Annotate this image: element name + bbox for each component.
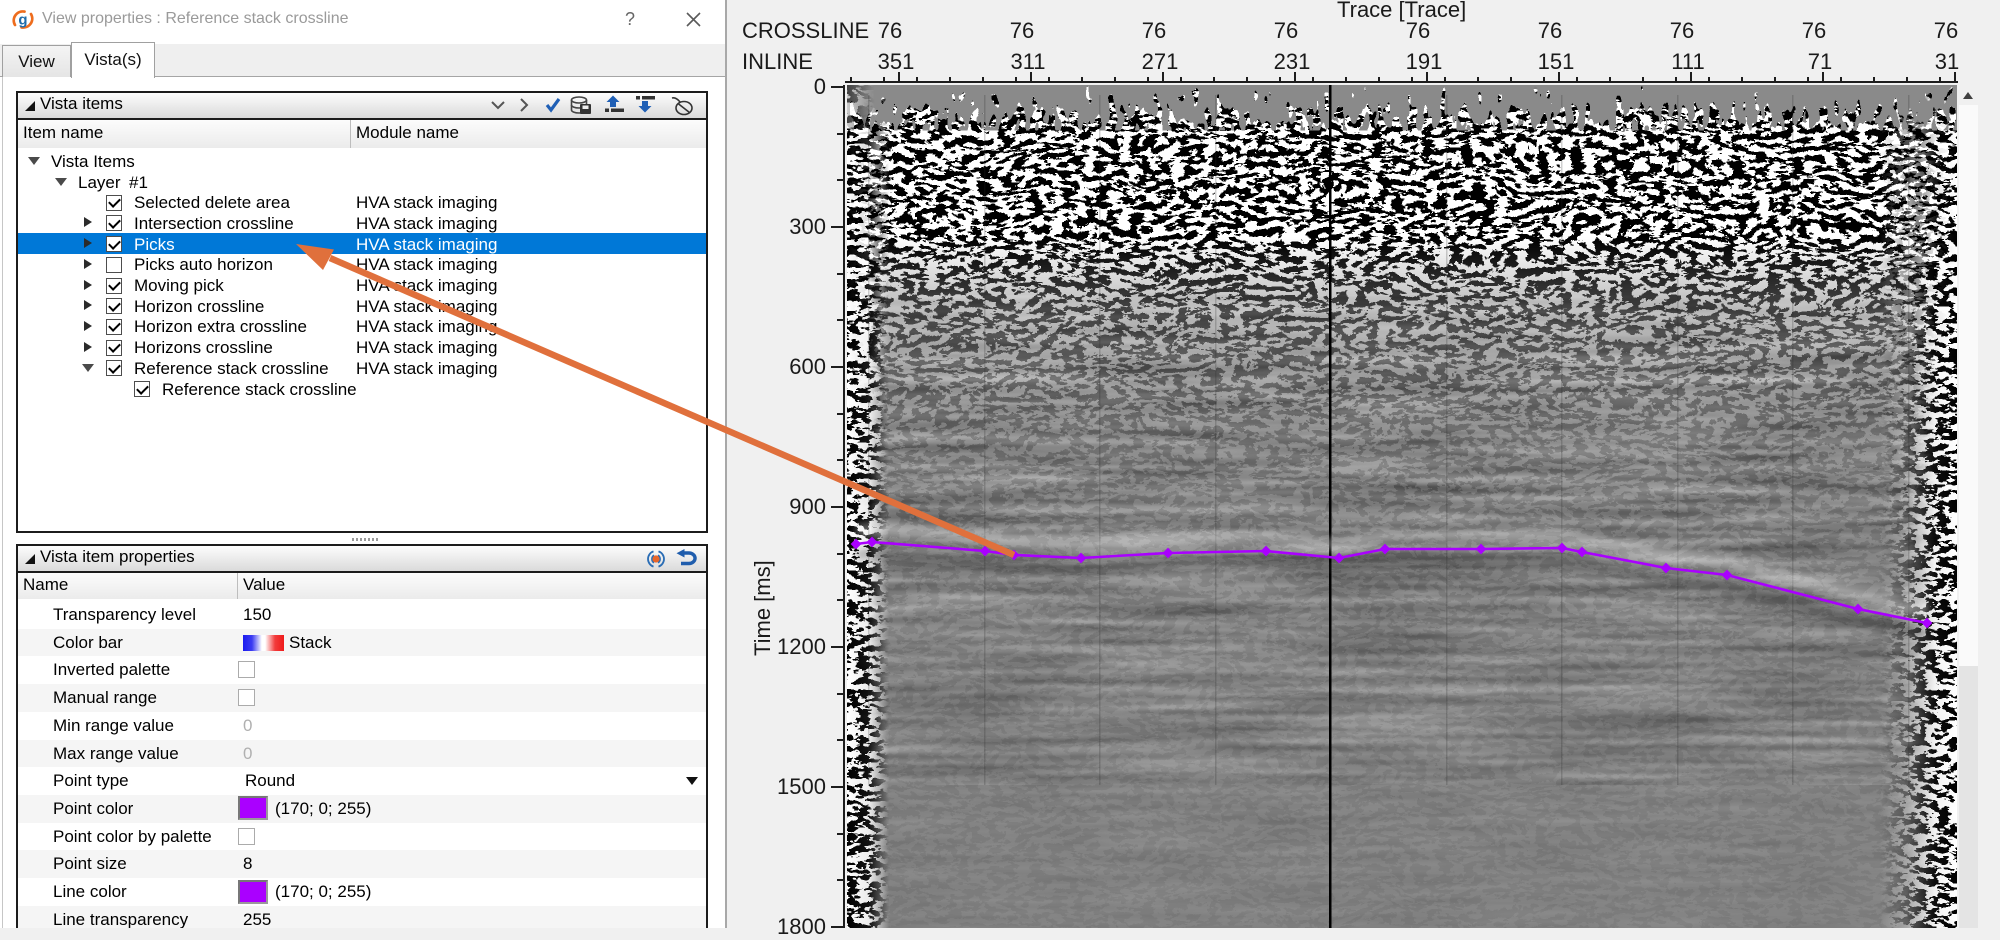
svg-text:g: g <box>18 12 27 29</box>
